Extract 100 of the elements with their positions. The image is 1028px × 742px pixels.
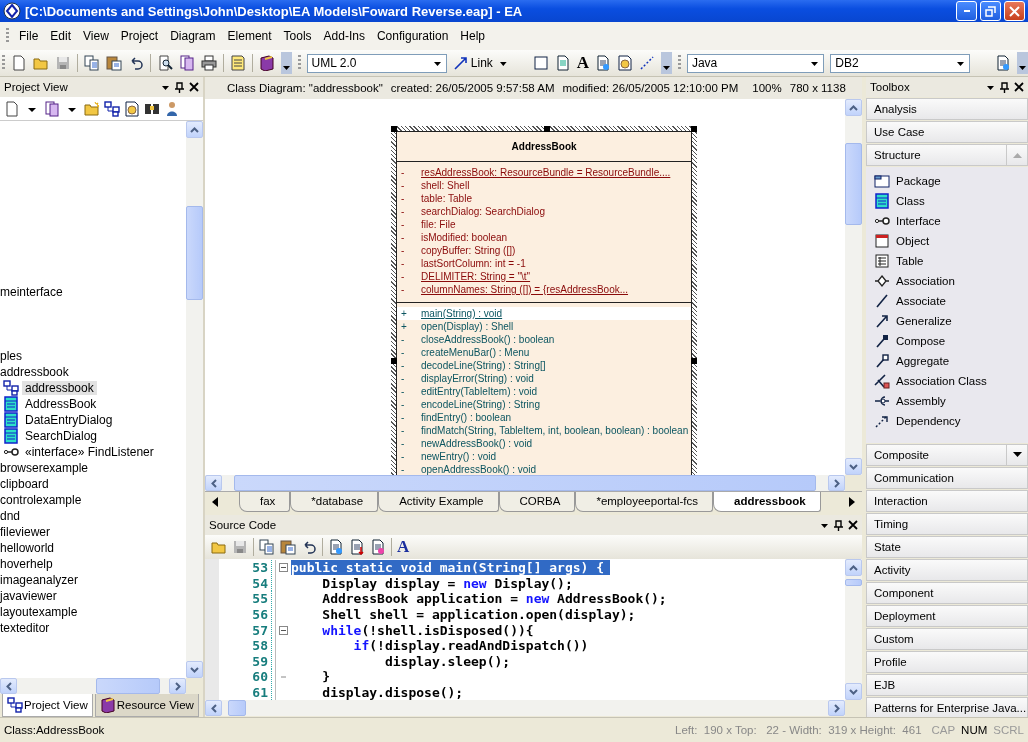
toolbox-item[interactable]: Dependency: [896, 415, 961, 427]
image-icon[interactable]: [124, 100, 140, 117]
font-icon[interactable]: A: [397, 539, 410, 555]
menu-item[interactable]: View: [77, 29, 115, 43]
resize-handle[interactable]: [391, 358, 397, 364]
tree-item[interactable]: imageanalyzer: [0, 573, 82, 587]
link-button[interactable]: Link: [470, 56, 493, 70]
scroll-thumb[interactable]: [845, 143, 862, 226]
operation-row[interactable]: - findMatch(String, TableItem, int, boolean, boolean) : boolean: [397, 424, 692, 437]
horizontal-scrollbar[interactable]: [0, 678, 186, 694]
close-button[interactable]: [1004, 1, 1025, 21]
dashed-arrow-icon[interactable]: [874, 413, 890, 429]
document-icon[interactable]: [995, 55, 1011, 71]
toolbox-category[interactable]: Deployment: [866, 605, 1028, 627]
menu-item[interactable]: Tools: [277, 29, 318, 43]
pin-icon[interactable]: [175, 81, 184, 93]
scroll-right-button[interactable]: [828, 475, 845, 491]
toolbox-item[interactable]: Assembly: [896, 395, 946, 407]
diagram-tab[interactable]: fax: [239, 492, 291, 512]
package-icon[interactable]: [874, 173, 890, 189]
tree-item[interactable]: texteditor: [0, 621, 53, 635]
save-icon[interactable]: [54, 55, 71, 71]
panel-tab[interactable]: Project View: [2, 694, 93, 717]
toolbar-overflow-button[interactable]: [280, 52, 292, 74]
operation-row[interactable]: - newAddressBook() : void: [397, 437, 692, 450]
scroll-right-button[interactable]: [828, 700, 845, 716]
toolbox-item[interactable]: Package: [896, 175, 941, 187]
scroll-thumb[interactable]: [228, 700, 247, 716]
line-icon[interactable]: [874, 293, 890, 309]
pages-icon[interactable]: [178, 55, 195, 71]
fold-icon[interactable]: [279, 563, 288, 573]
toolbar-grip[interactable]: [297, 55, 301, 71]
attribute[interactable]: resAddressBook: ResourceBundle = ResourceBundle....: [421, 166, 671, 179]
diagram-tab[interactable]: addressbook: [713, 492, 821, 512]
document-icon[interactable]: [595, 55, 611, 71]
pin-icon[interactable]: [834, 519, 843, 531]
operation-row[interactable]: - findEntry() : boolean: [397, 411, 692, 424]
document-icon[interactable]: [554, 55, 571, 71]
tree-item[interactable]: dnd: [0, 509, 24, 523]
operation-row[interactable]: - openAddressBook() : void: [397, 463, 692, 475]
attribute[interactable]: shell: Shell: [421, 179, 470, 192]
toolbox-category[interactable]: Communication: [866, 467, 1028, 489]
attribute[interactable]: isModified: boolean: [421, 231, 508, 244]
toolbox-category[interactable]: Component: [866, 582, 1028, 604]
toolbox-category[interactable]: Profile: [866, 651, 1028, 673]
toolbox-category[interactable]: Composite: [866, 444, 1028, 466]
operation-row[interactable]: - decodeLine(String) : String[]: [397, 359, 692, 372]
menu-item[interactable]: Edit: [44, 29, 78, 43]
document-icon[interactable]: [328, 539, 344, 555]
tree-item[interactable]: AddressBook: [22, 397, 100, 411]
menu-item[interactable]: File: [13, 29, 45, 43]
menu-item[interactable]: Project: [114, 29, 165, 43]
table-icon[interactable]: [874, 253, 890, 269]
scroll-up-button[interactable]: [186, 121, 203, 138]
toolbar-grip[interactable]: [6, 28, 9, 44]
operation-row[interactable]: - encodeLine(String) : String: [397, 398, 692, 411]
attribute[interactable]: file: File: [421, 218, 456, 231]
panel-tab[interactable]: Resource View: [94, 694, 199, 717]
menu-item[interactable]: Diagram: [164, 29, 222, 43]
tree-item[interactable]: ples: [0, 349, 25, 363]
new-file-icon[interactable]: [10, 55, 27, 71]
tree-item[interactable]: layoutexample: [0, 605, 81, 619]
scroll-thumb[interactable]: [845, 579, 862, 586]
diagram-tab[interactable]: CORBA: [498, 492, 576, 512]
menu-item[interactable]: Help: [454, 29, 492, 43]
operation-row[interactable]: - newEntry() : void: [397, 450, 692, 463]
book-icon[interactable]: [258, 55, 275, 71]
toolbox-category[interactable]: Timing: [866, 513, 1028, 535]
undo-icon[interactable]: [301, 539, 317, 555]
print-icon[interactable]: [200, 55, 217, 71]
arrow-icon[interactable]: [452, 55, 469, 71]
tree-item[interactable]: javaviewer: [0, 589, 60, 603]
toolbox-category[interactable]: EJB: [866, 674, 1028, 696]
attribute[interactable]: searchDialog: SearchDialog: [421, 205, 545, 218]
vertical-scrollbar[interactable]: [845, 559, 862, 700]
tree-icon[interactable]: [7, 697, 23, 713]
socket-icon[interactable]: [874, 393, 890, 409]
toolbar-overflow-button[interactable]: [661, 52, 672, 74]
toolbox-category[interactable]: Use Case: [866, 121, 1028, 143]
toolbox-item[interactable]: Aggregate: [896, 355, 950, 367]
language-dropdown[interactable]: Java: [686, 53, 825, 73]
toolbox-item[interactable]: Interface: [896, 215, 941, 227]
diagram-icon[interactable]: [3, 380, 19, 396]
toolbox-item[interactable]: Class: [896, 195, 925, 207]
scroll-down-button[interactable]: [845, 458, 862, 475]
tree-item[interactable]: addressbook: [22, 381, 97, 395]
scroll-down-button[interactable]: [845, 683, 862, 700]
toolbox-category[interactable]: State: [866, 536, 1028, 558]
vertical-scrollbar[interactable]: [186, 121, 203, 678]
tree-item[interactable]: hoverhelp: [0, 557, 56, 571]
vertical-scrollbar[interactable]: [845, 99, 862, 475]
rectangle-icon[interactable]: [532, 55, 549, 71]
class-icon[interactable]: [3, 428, 19, 444]
operation-row[interactable]: - editEntry(TableItem) : void: [397, 385, 692, 398]
toolbox-category[interactable]: Custom: [866, 628, 1028, 650]
diagram-tab[interactable]: *database: [290, 492, 379, 512]
tree-item[interactable]: DataEntryDialog: [22, 413, 116, 427]
toolbox-item[interactable]: Generalize: [896, 315, 952, 327]
toolbox-category[interactable]: Interaction: [866, 490, 1028, 512]
document-icon[interactable]: [349, 539, 365, 555]
